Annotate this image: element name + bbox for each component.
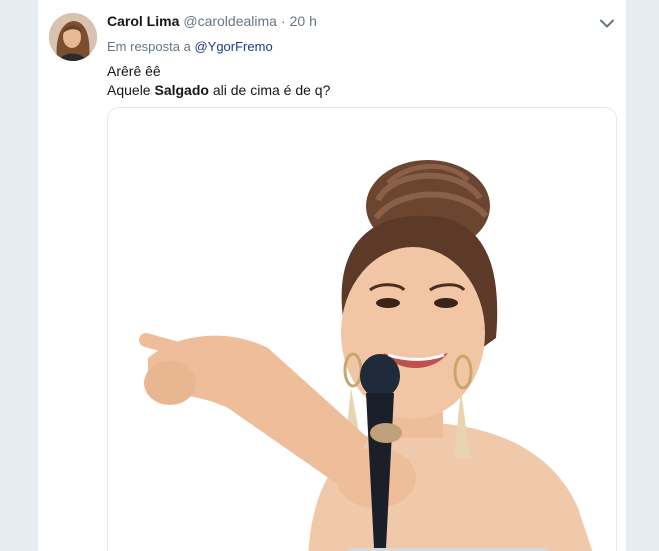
tweet-header: Carol Lima @caroldealima · 20 h [107,12,616,31]
reply-mention-link[interactable]: @YgorFremo [194,39,272,54]
chevron-down-icon[interactable] [598,14,616,32]
reply-prefix: Em resposta a [107,39,191,54]
line2-bold: Salgado [154,82,209,98]
tweet-media-image[interactable] [107,107,617,551]
timestamp[interactable]: 20 h [290,12,317,31]
tweet-line-2: Aquele Salgado ali de cima é de q? [107,81,616,100]
line2-after: ali de cima é de q? [212,82,331,98]
tweet-content: Carol Lima @caroldealima · 20 h Em respo… [107,12,616,100]
author-handle[interactable]: @caroldealima [183,12,277,31]
tweet-line-1: Arêrê êê [107,63,161,79]
reply-context: Em resposta a @YgorFremo [107,38,616,55]
separator-dot: · [280,13,286,29]
tweet-card: Carol Lima @caroldealima · 20 h Em respo… [38,0,626,551]
author-name[interactable]: Carol Lima [107,12,179,31]
tweet-text: Arêrê êê Aquele Salgado ali de cima é de… [107,62,616,100]
avatar[interactable] [49,13,97,61]
line2-before: Aquele [107,82,151,98]
